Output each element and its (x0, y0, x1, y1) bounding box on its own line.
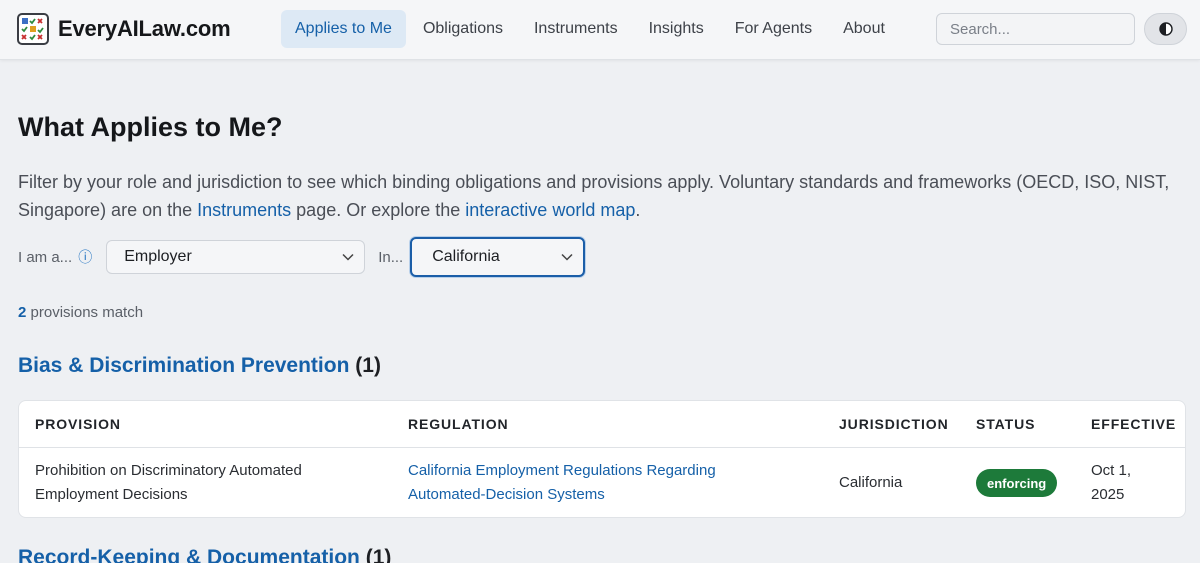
provision-text: Employment Decisions (35, 486, 188, 503)
table-header: PROVISION REGULATION JURISDICTION STATUS… (19, 401, 1185, 448)
status-badge: enforcing (976, 469, 1058, 497)
intro-text: . (635, 200, 641, 220)
jurisdiction-select-value: California (432, 248, 500, 265)
provisions-table: PROVISION REGULATION JURISDICTION STATUS… (18, 400, 1186, 518)
results-count-label: provisions match (26, 304, 144, 321)
nav-obligations[interactable]: Obligations (409, 10, 517, 48)
brand-link[interactable]: EveryAILaw.com (17, 13, 231, 45)
jurisdiction-cell: California (839, 474, 903, 491)
intro-text: page. Or explore the (291, 200, 466, 220)
nav-insights[interactable]: Insights (635, 10, 718, 48)
role-select-value: Employer (124, 248, 192, 265)
regulation-link-text: Automated-Decision Systems (408, 486, 605, 503)
nav-about[interactable]: About (829, 10, 899, 48)
world-map-link[interactable]: interactive world map (465, 200, 635, 220)
column-header-status: STATUS (976, 416, 1036, 432)
column-header-provision: PROVISION (35, 416, 121, 432)
role-select[interactable]: Employer (106, 240, 366, 274)
section-count: (1) (365, 546, 392, 563)
brand-name: EveryAILaw.com (58, 16, 231, 41)
section-heading: Bias & Discrimination Prevention (1) (18, 354, 381, 378)
chevron-down-icon (561, 253, 573, 261)
column-header-regulation: REGULATION (408, 416, 509, 432)
provision-cell: Prohibition on Discriminatory Automated … (35, 459, 302, 507)
section-title-link[interactable]: Bias & Discrimination Prevention (18, 354, 349, 377)
intro-paragraph: Filter by your role and jurisdiction to … (18, 168, 1178, 224)
jurisdiction-label: In... (378, 248, 404, 266)
section-count: (1) (355, 354, 381, 377)
half-moon-icon (1158, 22, 1173, 36)
main-nav: Applies to Me Obligations Instruments In… (281, 10, 902, 48)
search-input[interactable] (936, 13, 1135, 45)
effective-date-cell: Oct 1, 2025 (1091, 459, 1131, 507)
section-title-link[interactable]: Record-Keeping & Documentation (18, 546, 360, 563)
nav-instruments[interactable]: Instruments (520, 10, 632, 48)
section-heading: Record-Keeping & Documentation (1) (18, 546, 391, 563)
column-header-jurisdiction: JURISDICTION (839, 416, 949, 432)
regulation-cell: California Employment Regulations Regard… (408, 459, 716, 507)
jurisdiction-select[interactable]: California (410, 237, 586, 277)
info-icon[interactable]: ⓘ (78, 247, 92, 267)
nav-applies-to-me[interactable]: Applies to Me (281, 10, 406, 48)
top-navigation-bar: EveryAILaw.com Applies to Me Obligations… (0, 0, 1200, 60)
effective-date-text: 2025 (1091, 486, 1125, 503)
table-row: Prohibition on Discriminatory Automated … (19, 448, 1185, 518)
filter-bar: I am a... ⓘ Employer In... California (18, 237, 586, 277)
instruments-link[interactable]: Instruments (197, 200, 291, 220)
role-label: I am a... (18, 248, 73, 266)
effective-date-text: Oct 1, (1091, 462, 1132, 479)
provision-text: Prohibition on Discriminatory Automated (35, 462, 302, 479)
chevron-down-icon (342, 253, 354, 261)
regulation-link-text: California Employment Regulations Regard… (408, 462, 716, 479)
page-title: What Applies to Me? (18, 112, 283, 142)
regulation-link[interactable]: California Employment Regulations Regard… (408, 459, 716, 507)
results-count: 2 provisions match (18, 304, 143, 321)
nav-for-agents[interactable]: For Agents (721, 10, 826, 48)
theme-toggle-button[interactable] (1144, 13, 1187, 45)
checklist-grid-icon (17, 13, 49, 45)
column-header-effective: EFFECTIVE (1091, 416, 1177, 432)
